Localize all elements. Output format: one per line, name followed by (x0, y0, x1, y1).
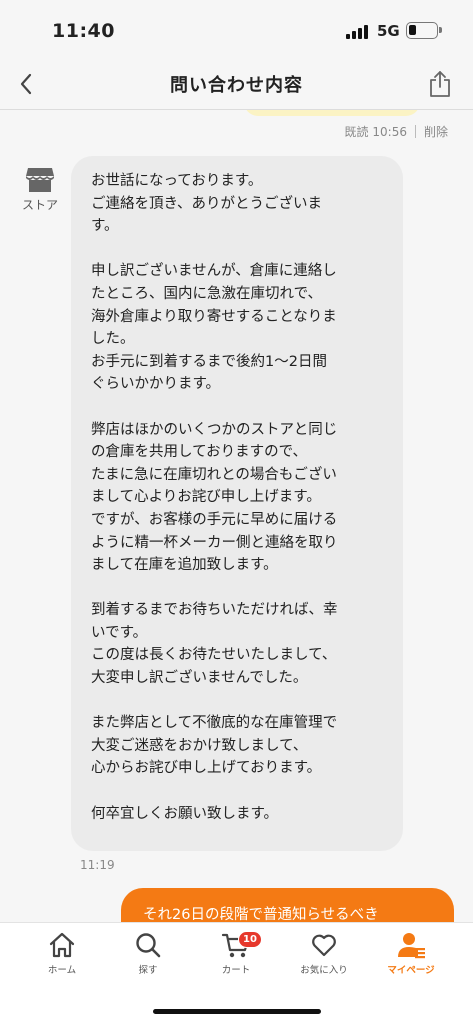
read-label-group: 既読 10:56 (345, 123, 407, 140)
delete-link[interactable]: 削除 (424, 123, 448, 140)
read-receipt: 既読 10:56 削除 (345, 123, 448, 140)
signal-icon (346, 25, 370, 39)
share-icon (430, 71, 450, 97)
tab-home-label: ホーム (47, 965, 77, 976)
tab-search-label: 探す (138, 965, 158, 976)
screen: 11:40 5G 問い合わせ内容 既読 10:56 削除 ストア お世話になって… (0, 0, 473, 1024)
battery-icon (406, 22, 442, 39)
incoming-message-text: お世話になっております。 ご連絡を頂き、ありがとうございま す。 申し訳ございま… (91, 173, 338, 822)
read-time: 10:56 (372, 125, 407, 139)
tab-cart-label: カート (221, 965, 251, 976)
divider (414, 125, 416, 138)
tab-bar: ホーム 探す 10 カート お気に入り マイページ (0, 922, 473, 1024)
status-time: 11:40 (52, 20, 115, 42)
outgoing-message-bubble[interactable]: それ26日の段階で普通知らせるべき (121, 888, 454, 922)
tab-home[interactable]: ホーム (27, 931, 97, 983)
store-label: ストア (21, 198, 58, 212)
home-indicator[interactable] (153, 1009, 321, 1014)
cart-badge: 10 (238, 931, 262, 948)
incoming-message-time: 11:19 (80, 858, 115, 872)
tab-search[interactable]: 探す (113, 931, 183, 983)
person-icon (398, 933, 425, 959)
tab-mypage[interactable]: マイページ (376, 931, 446, 983)
tab-cart[interactable]: 10 カート (201, 931, 271, 983)
store-icon (26, 168, 54, 192)
outgoing-message-text: それ26日の段階で普通知らせるべき (143, 907, 379, 922)
incoming-message-bubble[interactable]: お世話になっております。 ご連絡を頂き、ありがとうございま す。 申し訳ございま… (71, 156, 403, 851)
share-button[interactable] (425, 68, 455, 100)
store-avatar[interactable]: ストア (20, 167, 60, 213)
read-label: 既読 (344, 125, 369, 139)
search-icon (136, 933, 161, 958)
nav-header: 問い合わせ内容 (0, 58, 473, 110)
status-bar: 11:40 5G (0, 0, 473, 58)
network-type: 5G (377, 22, 400, 40)
heart-icon (312, 934, 336, 957)
tab-favorites-label: お気に入り (300, 965, 348, 976)
page-title: 問い合わせ内容 (170, 75, 303, 96)
tab-favorites[interactable]: お気に入り (289, 931, 359, 983)
message-thread[interactable]: 既読 10:56 削除 ストア お世話になっております。 ご連絡を頂き、ありがと… (0, 110, 473, 922)
previous-message-bubble (244, 110, 420, 116)
tab-mypage-label: マイページ (387, 965, 435, 976)
home-icon (49, 932, 75, 958)
